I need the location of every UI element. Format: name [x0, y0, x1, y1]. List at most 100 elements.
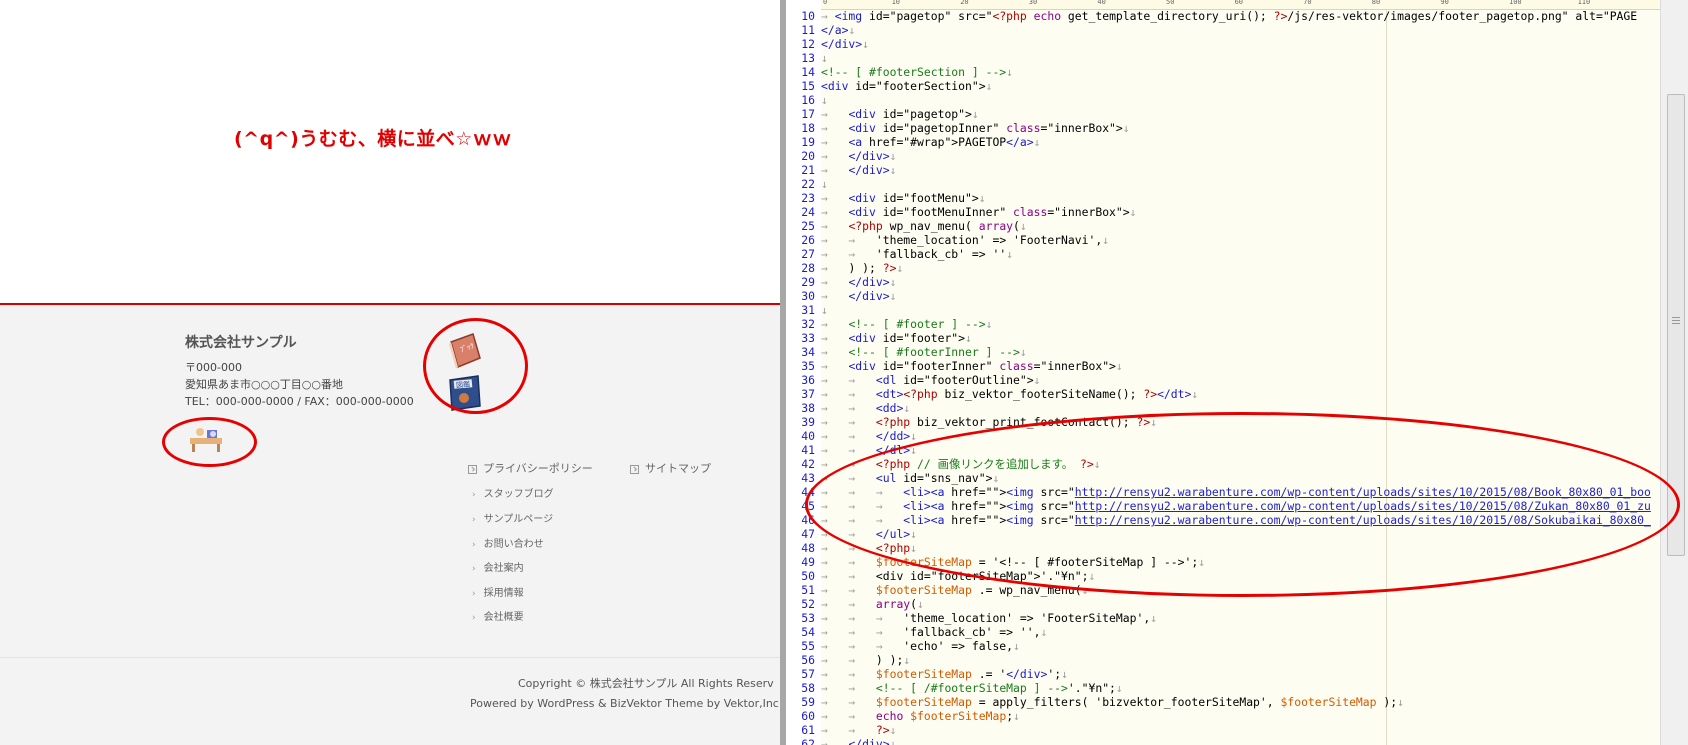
line-number: 49: [801, 555, 815, 569]
code-line[interactable]: 56 → → ) );↓: [780, 653, 1660, 667]
line-number: 43: [801, 471, 815, 485]
code-line[interactable]: 12 </div>↓: [780, 37, 1660, 51]
code-line[interactable]: 61 → → ?>↓: [780, 723, 1660, 737]
code-line[interactable]: 30 → </div>↓: [780, 289, 1660, 303]
code-line[interactable]: 35 → <div id="footerInner" class="innerBo…: [780, 359, 1660, 373]
code-token: id="pagetopInner": [875, 121, 1007, 135]
code-line[interactable]: 62 → </div>↓: [780, 737, 1660, 745]
code-line[interactable]: 26 → → 'theme_location' => 'FooterNavi',↓: [780, 233, 1660, 247]
code-token: →: [821, 9, 835, 23]
arrow-right-icon: ›: [472, 515, 476, 525]
vertical-scrollbar[interactable]: [1660, 0, 1688, 745]
code-token: →: [821, 317, 849, 331]
sitemap-item-contact[interactable]: › お問い合わせ: [472, 535, 544, 550]
code-line[interactable]: 33 → <div id="footer">↓: [780, 331, 1660, 345]
code-line[interactable]: 19 → <a href="#wrap">PAGETOP</a>↓: [780, 135, 1660, 149]
code-token: ↓: [896, 261, 904, 275]
code-token: ↓: [1191, 387, 1199, 401]
sitemap-main-label: プライバシーポリシー: [483, 462, 593, 475]
code-token: →: [821, 191, 849, 205]
code-line[interactable]: 21 → </div>↓: [780, 163, 1660, 177]
code-line[interactable]: 29 → </div>↓: [780, 275, 1660, 289]
code-token: .= ': [971, 667, 1007, 681]
code-line[interactable]: 20 → </div>↓: [780, 149, 1660, 163]
code-line[interactable]: 28 → ) ); ?>↓: [780, 261, 1660, 275]
line-number: 41: [801, 443, 815, 457]
sitemap-item-staff-blog[interactable]: › スタッフブログ: [472, 485, 554, 500]
code-token: ↓: [985, 79, 993, 93]
line-code: ↓: [821, 93, 828, 107]
ruler-tick: 20: [960, 0, 969, 6]
arrow-right-icon: ›: [472, 589, 476, 599]
line-number: 18: [801, 121, 815, 135]
code-token: ↓: [1115, 359, 1123, 373]
code-token: ↓: [821, 177, 828, 191]
code-token: ↓: [985, 317, 993, 331]
code-token: </div>: [848, 163, 890, 177]
code-token: '."¥n";: [1067, 681, 1116, 695]
code-line[interactable]: 27 → → 'fallback_cb' => ''↓: [780, 247, 1660, 261]
sitemap-privacy-policy[interactable]: プライバシーポリシー: [468, 460, 593, 476]
tel-fax: TEL：000-000-0000 / FAX：000-000-0000: [185, 395, 414, 408]
code-token: → →: [821, 247, 876, 261]
code-line[interactable]: 16 ↓: [780, 93, 1660, 107]
ruler-tick: 0: [823, 0, 828, 6]
line-number: 40: [801, 429, 815, 443]
code-token: → →: [821, 667, 876, 681]
code-line[interactable]: 23 → <div id="footMenu">↓: [780, 191, 1660, 205]
code-token: ↓: [889, 289, 897, 303]
code-line[interactable]: 34 → <!-- [ #footerInner ] -->↓: [780, 345, 1660, 359]
code-token: →: [821, 289, 849, 303]
sitemap-sitemap[interactable]: サイトマップ: [630, 460, 711, 476]
line-number: 10: [801, 9, 815, 23]
code-line[interactable]: 32 → <!-- [ #footer ] -->↓: [780, 317, 1660, 331]
code-token: ↓: [821, 303, 828, 317]
code-line[interactable]: 18 → <div id="pagetopInner" class="innerB…: [780, 121, 1660, 135]
code-line[interactable]: 55 → → → 'echo' => false,↓: [780, 639, 1660, 653]
code-line[interactable]: 57 → → $footerSiteMap .= '</div>';↓: [780, 667, 1660, 681]
code-line[interactable]: 11 </a>↓: [780, 23, 1660, 37]
code-token: <dl: [875, 373, 897, 387]
code-line[interactable]: 25 → <?php wp_nav_menu( array(↓: [780, 219, 1660, 233]
code-line[interactable]: 17 → <div id="pagetop">↓: [780, 107, 1660, 121]
code-token: id="pagetop" src=": [862, 9, 993, 23]
sitemap-item-recruit[interactable]: › 採用情報: [472, 584, 524, 599]
line-code: </a>↓: [821, 23, 855, 37]
code-token: ?>: [1143, 387, 1158, 401]
code-line[interactable]: 58 → → <!-- [ /#footerSiteMap ] -->'."¥n"…: [780, 681, 1660, 695]
code-line[interactable]: 36 → → <dl id="footerOutline">↓: [780, 373, 1660, 387]
line-number: 12: [801, 37, 815, 51]
sitemap-item-company-guide[interactable]: › 会社案内: [472, 559, 524, 574]
sitemap-item-company-overview[interactable]: › 会社概要: [472, 608, 524, 623]
code-token: <img: [834, 9, 863, 23]
powered-by: Powered by WordPress & BizVektor Theme b…: [470, 697, 779, 710]
code-line[interactable]: 14 <!-- [ #footerSection ] -->↓: [780, 65, 1660, 79]
line-code: → → </dd>↓: [821, 429, 917, 443]
code-token: ↓: [889, 723, 897, 737]
code-token: ↓: [1033, 135, 1041, 149]
code-line[interactable]: 59 → → $footerSiteMap = apply_filters( 'b…: [780, 695, 1660, 709]
line-number: 14: [801, 65, 815, 79]
code-line[interactable]: 52 → → array(↓: [780, 597, 1660, 611]
code-line[interactable]: 22 ↓: [780, 177, 1660, 191]
code-line[interactable]: 53 → → → 'theme_location' => 'FooterSiteM…: [780, 611, 1660, 625]
address: 愛知県あま市○○○丁目○○番地: [185, 378, 343, 391]
line-number: 31: [801, 303, 815, 317]
code-line[interactable]: 10 → <img id="pagetop" src="<?php echo ge…: [780, 9, 1660, 23]
code-token: <div: [848, 191, 876, 205]
line-number: 51: [801, 583, 815, 597]
code-token: →: [821, 121, 849, 135]
sitemap-item-sample-page[interactable]: › サンプルページ: [472, 510, 553, 525]
line-number: 62: [801, 737, 815, 745]
code-line[interactable]: 13 ↓: [780, 51, 1660, 65]
line-code: → → → 'theme_location' => 'FooterSiteMap…: [821, 611, 1157, 625]
code-line[interactable]: 24 → <div id="footMenuInner" class="inner…: [780, 205, 1660, 219]
code-token: ) );: [848, 261, 883, 275]
code-line[interactable]: 37 → → <dt><?php biz_vektor_footerSiteNam…: [780, 387, 1660, 401]
code-line[interactable]: 15 <div id="footerSection">↓: [780, 79, 1660, 93]
code-line[interactable]: 31 ↓: [780, 303, 1660, 317]
code-line[interactable]: 60 → → echo $footerSiteMap;↓: [780, 709, 1660, 723]
code-token: <?php: [875, 415, 911, 429]
code-line[interactable]: 54 → → → 'fallback_cb' => '',↓: [780, 625, 1660, 639]
